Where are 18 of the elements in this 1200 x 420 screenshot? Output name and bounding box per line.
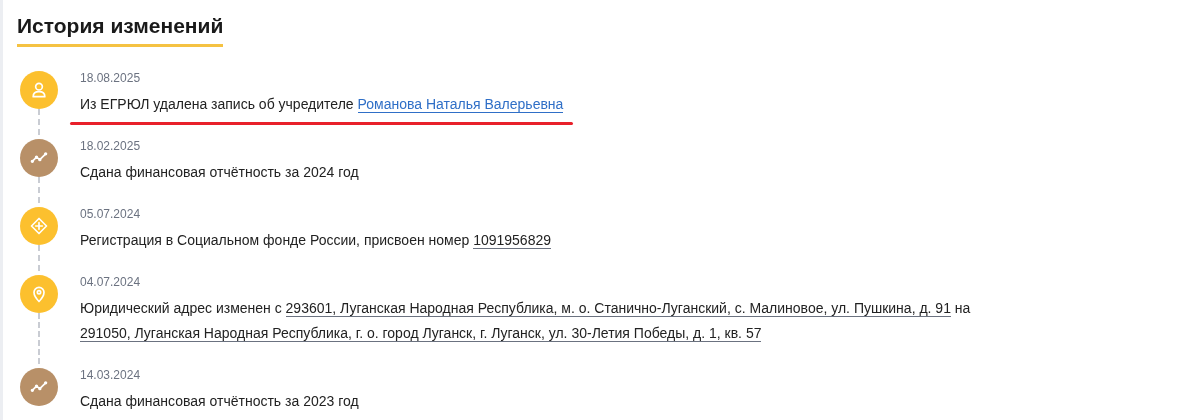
- section-title: История изменений: [17, 14, 224, 47]
- detail-link[interactable]: Республика, г. о. город Луганск, г. Луганск, ул. 30-Летия Победы, д. 1, кв. 57: [272, 325, 762, 342]
- event-description: Регистрация в Социальном фонде России, присвоен номер 1091956829: [80, 231, 553, 251]
- detail-link[interactable]: 291050, Луганская Народная: [80, 325, 273, 342]
- diamond-plus-icon: [29, 216, 49, 236]
- event-description: Юридический адрес изменен с 293601, Луганская Народная Республика, м. о. Станично-Луганский, с. Малиновое, ул. Пушкина, д. 91 на 291050, Луганская Народная Республика, г. о. город Луганск, г. Луганск, ул. 30-Летия Победы, д. 1, кв. 57: [80, 299, 972, 344]
- event-date: 05.07.2024: [80, 206, 141, 222]
- event-date: 04.07.2024: [80, 274, 141, 290]
- event-date: 14.03.2024: [80, 367, 141, 383]
- person-icon: [29, 80, 49, 100]
- event-description: Сдана финансовая отчётность за 2023 год: [80, 392, 360, 411]
- event-description: Из ЕГРЮЛ удалена запись об учредителе Романова Наталья Валерьевна: [80, 95, 565, 115]
- founder-link[interactable]: Романова Наталья Валерьевна: [357, 96, 564, 113]
- event-date: 18.02.2025: [80, 138, 141, 154]
- event-date: 18.08.2025: [80, 70, 141, 86]
- detail-link[interactable]: 1091956829: [473, 232, 552, 249]
- event-description: Сдана финансовая отчётность за 2024 год: [80, 163, 360, 182]
- detail-link[interactable]: 293601, Луганская Народная Республика, м. о. Станично-Луганский, с. Малиновое, ул. Пушкина, д. 91: [285, 300, 951, 317]
